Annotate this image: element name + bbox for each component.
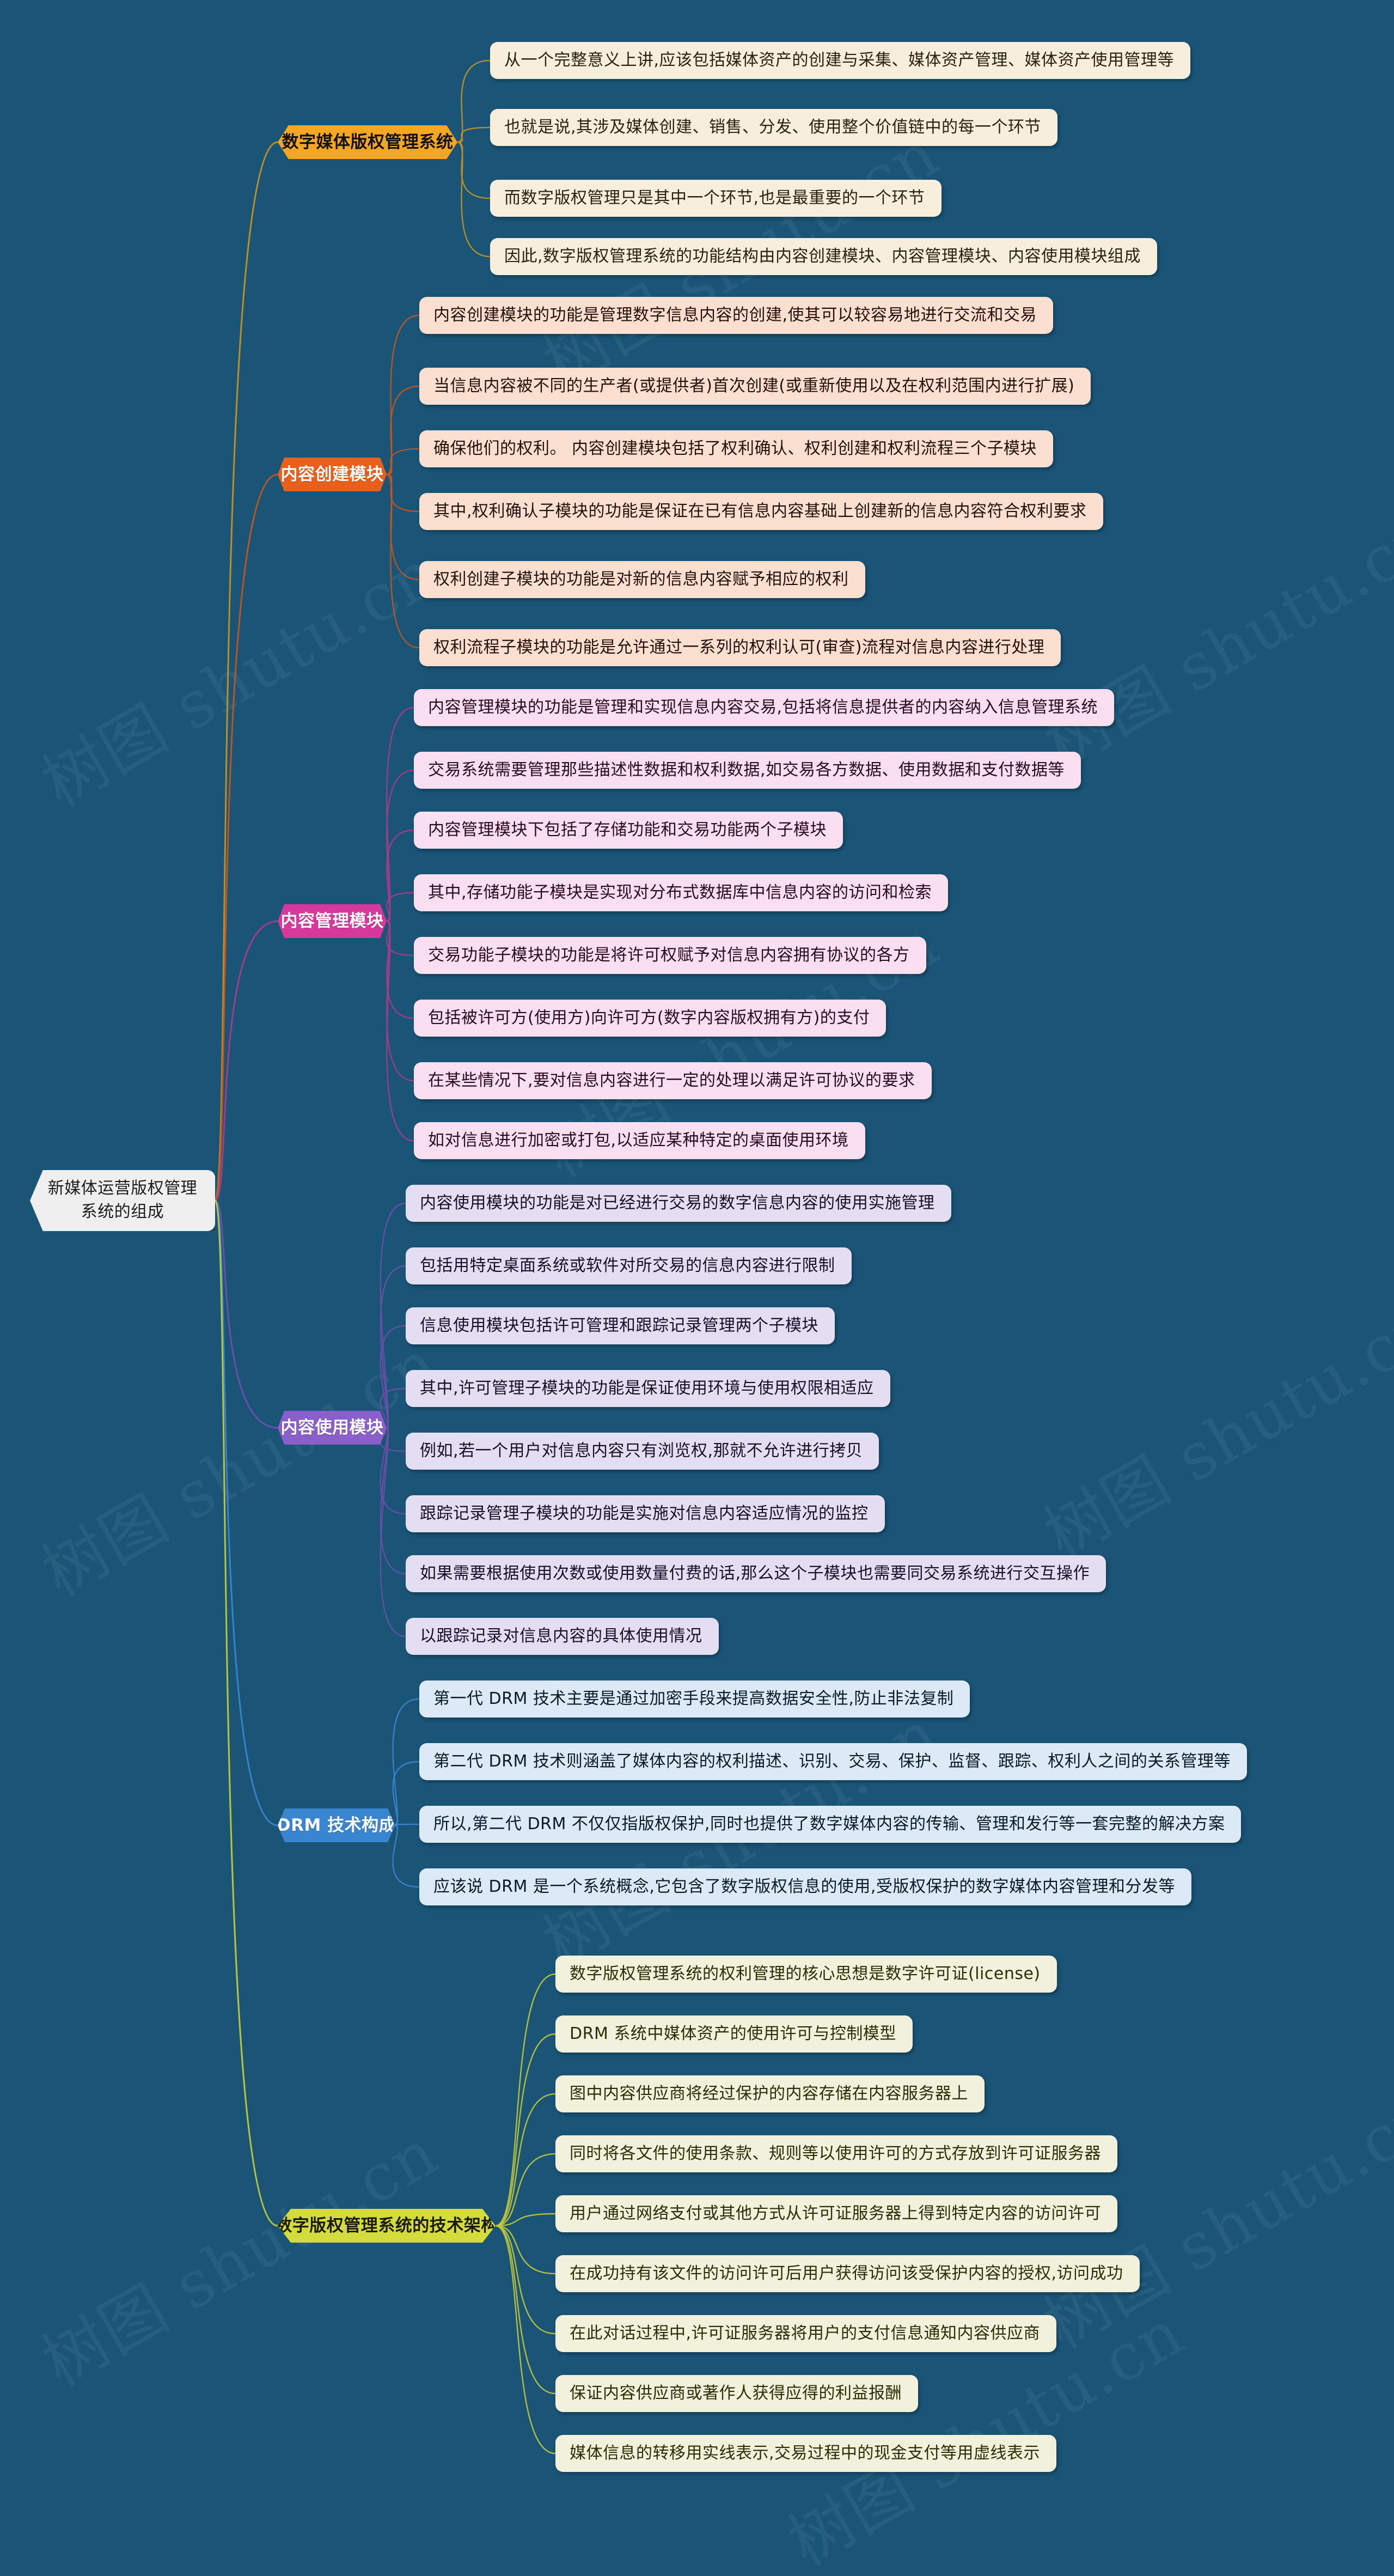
branch-node-label: 数字媒体版权管理系统 bbox=[282, 132, 454, 152]
leaf-node-label: 其中,权利确认子模块的功能是保证在已有信息内容基础上创建新的信息内容符合权利要求 bbox=[433, 502, 1087, 521]
leaf-node-label: 以跟踪记录对信息内容的具体使用情况 bbox=[420, 1627, 702, 1646]
leaf-node-label: 信息使用模块包括许可管理和跟踪记录管理两个子模块 bbox=[420, 1316, 818, 1336]
leaf-node-label: 在某些情况下,要对信息内容进行一定的处理以满足许可协议的要求 bbox=[428, 1071, 915, 1091]
leaf-node-label: 交易功能子模块的功能是将许可权赋予对信息内容拥有协议的各方 bbox=[428, 946, 910, 965]
leaf-node[interactable]: 内容管理模块下包括了存储功能和交易功能两个子模块 bbox=[414, 812, 843, 849]
root-node[interactable]: 新媒体运营版权管理系统的组成 bbox=[30, 1170, 215, 1231]
leaf-node-label: DRM 系统中媒体资产的使用许可与控制模型 bbox=[570, 2024, 896, 2044]
leaf-node-label: 应该说 DRM 是一个系统概念,它包含了数字版权信息的使用,受版权保护的数字媒体… bbox=[433, 1877, 1175, 1897]
leaf-node[interactable]: 包括用特定桌面系统或软件对所交易的信息内容进行限制 bbox=[406, 1247, 852, 1284]
leaf-node[interactable]: 其中,权利确认子模块的功能是保证在已有信息内容基础上创建新的信息内容符合权利要求 bbox=[419, 493, 1103, 530]
leaf-node[interactable]: 在此对话过程中,许可证服务器将用户的支付信息通知内容供应商 bbox=[555, 2315, 1056, 2352]
leaf-node-label: 而数字版权管理只是其中一个环节,也是最重要的一个环节 bbox=[504, 188, 925, 208]
leaf-node[interactable]: 交易系统需要管理那些描述性数据和权利数据,如交易各方数据、使用数据和支付数据等 bbox=[414, 752, 1081, 789]
leaf-node-label: 如果需要根据使用次数或使用数量付费的话,那么这个子模块也需要同交易系统进行交互操… bbox=[420, 1564, 1090, 1584]
leaf-node[interactable]: 应该说 DRM 是一个系统概念,它包含了数字版权信息的使用,受版权保护的数字媒体… bbox=[419, 1868, 1191, 1905]
leaf-node-label: 也就是说,其涉及媒体创建、销售、分发、使用整个价值链中的每一个环节 bbox=[504, 118, 1042, 137]
leaf-node-label: 内容使用模块的功能是对已经进行交易的数字信息内容的使用实施管理 bbox=[420, 1193, 935, 1213]
branch-node-b6[interactable]: 数字版权管理系统的技术架构 bbox=[278, 2209, 496, 2243]
leaf-node-label: 内容管理模块下包括了存储功能和交易功能两个子模块 bbox=[428, 820, 827, 840]
leaf-node[interactable]: 信息使用模块包括许可管理和跟踪记录管理两个子模块 bbox=[406, 1307, 835, 1344]
leaf-node-label: 跟踪记录管理子模块的功能是实施对信息内容适应情况的监控 bbox=[420, 1504, 869, 1524]
leaf-node-label: 同时将各文件的使用条款、规则等以使用许可的方式存放到许可证服务器 bbox=[570, 2144, 1101, 2164]
branch-node-label: DRM 技术构成 bbox=[276, 1815, 396, 1835]
branch-node-label: 内容创建模块 bbox=[280, 464, 384, 484]
branch-node-label: 内容使用模块 bbox=[280, 1417, 384, 1438]
leaf-node[interactable]: 如果需要根据使用次数或使用数量付费的话,那么这个子模块也需要同交易系统进行交互操… bbox=[406, 1555, 1106, 1592]
leaf-node[interactable]: 第一代 DRM 技术主要是通过加密手段来提高数据安全性,防止非法复制 bbox=[419, 1680, 970, 1718]
leaf-node-label: 保证内容供应商或著作人获得应得的利益报酬 bbox=[570, 2384, 902, 2403]
leaf-node[interactable]: 权利创建子模块的功能是对新的信息内容赋予相应的权利 bbox=[419, 561, 865, 598]
leaf-node-label: 如对信息进行加密或打包,以适应某种特定的桌面使用环境 bbox=[428, 1131, 849, 1150]
leaf-node[interactable]: 确保他们的权利。 内容创建模块包括了权利确认、权利创建和权利流程三个子模块 bbox=[419, 430, 1053, 467]
leaf-node-label: 例如,若一个用户对信息内容只有浏览权,那就不允许进行拷贝 bbox=[420, 1441, 863, 1461]
leaf-node-label: 包括被许可方(使用方)向许可方(数字内容版权拥有方)的支付 bbox=[428, 1008, 870, 1028]
leaf-node[interactable]: 所以,第二代 DRM 不仅仅指版权保护,同时也提供了数字媒体内容的传输、管理和发… bbox=[419, 1806, 1241, 1843]
leaf-node-label: 交易系统需要管理那些描述性数据和权利数据,如交易各方数据、使用数据和支付数据等 bbox=[428, 760, 1065, 780]
leaf-node[interactable]: 而数字版权管理只是其中一个环节,也是最重要的一个环节 bbox=[490, 180, 941, 217]
leaf-node-label: 用户通过网络支付或其他方式从许可证服务器上得到特定内容的访问许可 bbox=[570, 2204, 1101, 2224]
leaf-node-label: 内容管理模块的功能是管理和实现信息内容交易,包括将信息提供者的内容纳入信息管理系… bbox=[428, 698, 1098, 717]
branch-node-b4[interactable]: 内容使用模块 bbox=[278, 1411, 387, 1445]
leaf-node-label: 包括用特定桌面系统或软件对所交易的信息内容进行限制 bbox=[420, 1256, 835, 1276]
leaf-node[interactable]: 例如,若一个用户对信息内容只有浏览权,那就不允许进行拷贝 bbox=[406, 1433, 879, 1470]
root-node-label: 新媒体运营版权管理系统的组成 bbox=[47, 1179, 198, 1221]
leaf-node[interactable]: 跟踪记录管理子模块的功能是实施对信息内容适应情况的监控 bbox=[406, 1495, 885, 1532]
leaf-node[interactable]: 以跟踪记录对信息内容的具体使用情况 bbox=[406, 1618, 719, 1655]
leaf-node-label: 媒体信息的转移用实线表示,交易过程中的现金支付等用虚线表示 bbox=[570, 2444, 1041, 2463]
leaf-node-label: 第一代 DRM 技术主要是通过加密手段来提高数据安全性,防止非法复制 bbox=[433, 1689, 954, 1709]
leaf-node-label: 其中,许可管理子模块的功能是保证使用环境与使用权限相适应 bbox=[420, 1379, 874, 1398]
leaf-node[interactable]: 在成功持有该文件的访问许可后用户获得访问该受保护内容的授权,访问成功 bbox=[555, 2255, 1140, 2292]
watermark: 树图 shutu.cn bbox=[30, 2115, 450, 2401]
leaf-node-label: 权利创建子模块的功能是对新的信息内容赋予相应的权利 bbox=[433, 570, 849, 589]
leaf-node-label: 确保他们的权利。 内容创建模块包括了权利确认、权利创建和权利流程三个子模块 bbox=[433, 439, 1037, 459]
leaf-node[interactable]: 包括被许可方(使用方)向许可方(数字内容版权拥有方)的支付 bbox=[414, 1000, 886, 1037]
branch-node-label: 内容管理模块 bbox=[280, 911, 384, 931]
branch-node-b5[interactable]: DRM 技术构成 bbox=[278, 1808, 395, 1842]
leaf-node-label: 图中内容供应商将经过保护的内容存储在内容服务器上 bbox=[570, 2084, 968, 2104]
leaf-node-label: 数字版权管理系统的权利管理的核心思想是数字许可证(license) bbox=[570, 1964, 1041, 1984]
leaf-node[interactable]: 权利流程子模块的功能是允许通过一系列的权利认可(审查)流程对信息内容进行处理 bbox=[419, 629, 1061, 666]
leaf-node[interactable]: 也就是说,其涉及媒体创建、销售、分发、使用整个价值链中的每一个环节 bbox=[490, 109, 1057, 146]
leaf-node[interactable]: 图中内容供应商将经过保护的内容存储在内容服务器上 bbox=[555, 2075, 985, 2112]
leaf-node-label: 其中,存储功能子模块是实现对分布式数据库中信息内容的访问和检索 bbox=[428, 883, 932, 903]
watermark: 树图 shutu.cn bbox=[30, 1325, 450, 1611]
leaf-node[interactable]: 第二代 DRM 技术则涵盖了媒体内容的权利描述、识别、交易、保护、监督、跟踪、权… bbox=[419, 1743, 1247, 1780]
leaf-node[interactable]: 其中,许可管理子模块的功能是保证使用环境与使用权限相适应 bbox=[406, 1370, 890, 1407]
leaf-node[interactable]: 在某些情况下,要对信息内容进行一定的处理以满足许可协议的要求 bbox=[414, 1062, 932, 1099]
leaf-node[interactable]: 因此,数字版权管理系统的功能结构由内容创建模块、内容管理模块、内容使用模块组成 bbox=[490, 238, 1157, 275]
leaf-node[interactable]: 如对信息进行加密或打包,以适应某种特定的桌面使用环境 bbox=[414, 1122, 865, 1159]
branch-node-b3[interactable]: 内容管理模块 bbox=[278, 904, 387, 938]
leaf-node[interactable]: 内容使用模块的功能是对已经进行交易的数字信息内容的使用实施管理 bbox=[406, 1185, 951, 1222]
leaf-node[interactable]: 用户通过网络支付或其他方式从许可证服务器上得到特定内容的访问许可 bbox=[555, 2195, 1117, 2232]
leaf-node-label: 从一个完整意义上讲,应该包括媒体资产的创建与采集、媒体资产管理、媒体资产使用管理… bbox=[504, 51, 1175, 70]
leaf-node-label: 在成功持有该文件的访问许可后用户获得访问该受保护内容的授权,访问成功 bbox=[570, 2264, 1123, 2283]
branch-node-b1[interactable]: 数字媒体版权管理系统 bbox=[278, 125, 457, 159]
leaf-node-label: 当信息内容被不同的生产者(或提供者)首次创建(或重新使用以及在权利范围内进行扩展… bbox=[433, 376, 1075, 396]
leaf-node[interactable]: 从一个完整意义上讲,应该包括媒体资产的创建与采集、媒体资产管理、媒体资产使用管理… bbox=[490, 42, 1190, 79]
leaf-node[interactable]: 同时将各文件的使用条款、规则等以使用许可的方式存放到许可证服务器 bbox=[555, 2135, 1117, 2172]
leaf-node[interactable]: 交易功能子模块的功能是将许可权赋予对信息内容拥有协议的各方 bbox=[414, 937, 926, 974]
leaf-node-label: 因此,数字版权管理系统的功能结构由内容创建模块、内容管理模块、内容使用模块组成 bbox=[504, 247, 1141, 266]
leaf-node[interactable]: 内容管理模块的功能是管理和实现信息内容交易,包括将信息提供者的内容纳入信息管理系… bbox=[414, 689, 1114, 726]
watermark: 树图 shutu.cn bbox=[30, 535, 450, 821]
leaf-node-label: 在此对话过程中,许可证服务器将用户的支付信息通知内容供应商 bbox=[570, 2324, 1041, 2343]
leaf-node[interactable]: 其中,存储功能子模块是实现对分布式数据库中信息内容的访问和检索 bbox=[414, 874, 948, 911]
mindmap-canvas: 树图 shutu.cn 树图 shutu.cn 树图 shutu.cn 树图 s… bbox=[0, 0, 1394, 2576]
leaf-node-label: 内容创建模块的功能是管理数字信息内容的创建,使其可以较容易地进行交流和交易 bbox=[433, 306, 1037, 325]
leaf-node[interactable]: 媒体信息的转移用实线表示,交易过程中的现金支付等用虚线表示 bbox=[555, 2435, 1056, 2472]
leaf-node[interactable]: 当信息内容被不同的生产者(或提供者)首次创建(或重新使用以及在权利范围内进行扩展… bbox=[419, 368, 1091, 405]
branch-node-b2[interactable]: 内容创建模块 bbox=[278, 458, 387, 491]
watermark: 树图 shutu.cn bbox=[1032, 1287, 1394, 1573]
leaf-node-label: 权利流程子模块的功能是允许通过一系列的权利认可(审查)流程对信息内容进行处理 bbox=[433, 638, 1045, 657]
leaf-node-label: 所以,第二代 DRM 不仅仅指版权保护,同时也提供了数字媒体内容的传输、管理和发… bbox=[433, 1814, 1225, 1834]
leaf-node-label: 第二代 DRM 技术则涵盖了媒体内容的权利描述、识别、交易、保护、监督、跟踪、权… bbox=[433, 1752, 1231, 1771]
branch-node-label: 数字版权管理系统的技术架构 bbox=[275, 2215, 498, 2236]
leaf-node[interactable]: DRM 系统中媒体资产的使用许可与控制模型 bbox=[555, 2015, 913, 2053]
leaf-node[interactable]: 数字版权管理系统的权利管理的核心思想是数字许可证(license) bbox=[555, 1956, 1057, 1993]
leaf-node[interactable]: 保证内容供应商或著作人获得应得的利益报酬 bbox=[555, 2375, 918, 2412]
leaf-node[interactable]: 内容创建模块的功能是管理数字信息内容的创建,使其可以较容易地进行交流和交易 bbox=[419, 297, 1053, 334]
